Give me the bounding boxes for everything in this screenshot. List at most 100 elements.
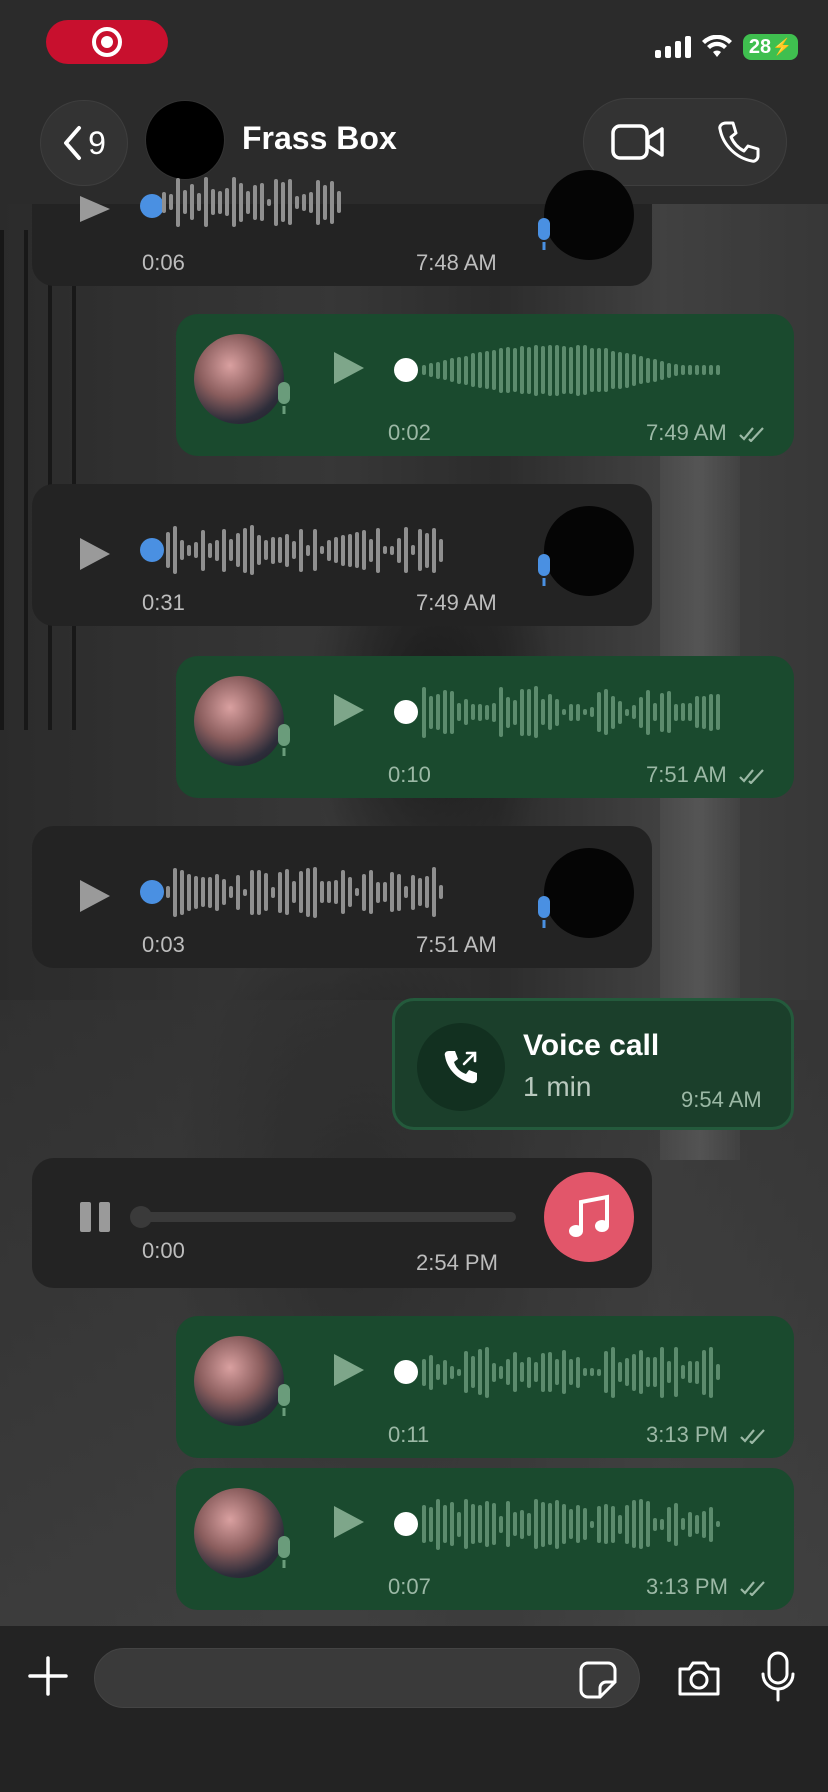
sticker-icon[interactable] bbox=[578, 1660, 618, 1700]
back-button[interactable]: 9 bbox=[40, 100, 128, 186]
waveform-bar bbox=[485, 704, 489, 720]
waveform bbox=[166, 522, 443, 578]
play-icon[interactable] bbox=[78, 878, 112, 914]
voice-message[interactable]: 0:31 7:49 AM bbox=[32, 484, 652, 626]
waveform-bar bbox=[229, 539, 233, 561]
voice-message[interactable]: 0:02 7:49 AM bbox=[176, 314, 794, 456]
waveform-bar bbox=[569, 1359, 573, 1385]
waveform-bar bbox=[429, 1506, 433, 1542]
waveform-bar bbox=[327, 539, 331, 561]
waveform-bar bbox=[327, 881, 331, 903]
waveform-bar bbox=[688, 1511, 692, 1537]
playback-position[interactable] bbox=[140, 194, 164, 218]
message-time: 7:51 AM bbox=[646, 762, 769, 788]
waveform bbox=[422, 1496, 720, 1552]
waveform-bar bbox=[688, 703, 692, 721]
waveform-bar bbox=[492, 702, 496, 722]
plus-icon[interactable] bbox=[26, 1654, 70, 1698]
waveform-bar bbox=[194, 542, 198, 558]
waveform-bar bbox=[478, 703, 482, 721]
record-icon bbox=[92, 27, 122, 57]
audio-progress-knob[interactable] bbox=[130, 1206, 152, 1228]
waveform-bar bbox=[292, 541, 296, 559]
play-icon[interactable] bbox=[332, 1504, 366, 1540]
audio-position: 0:00 bbox=[142, 1238, 185, 1263]
waveform-bar bbox=[443, 690, 447, 734]
waveform-bar bbox=[162, 191, 166, 213]
microphone-icon bbox=[538, 218, 550, 250]
waveform-bar bbox=[499, 1365, 503, 1379]
waveform-bar bbox=[457, 1511, 461, 1537]
play-icon[interactable] bbox=[332, 350, 366, 386]
waveform-bar bbox=[597, 1368, 601, 1376]
read-receipt-icon bbox=[739, 769, 764, 785]
waveform-bar bbox=[436, 361, 440, 379]
waveform-bar bbox=[667, 1506, 671, 1542]
playback-position[interactable] bbox=[394, 700, 418, 724]
waveform-bar bbox=[674, 1347, 678, 1397]
waveform-bar bbox=[569, 346, 573, 394]
sender-avatar bbox=[544, 506, 634, 596]
playback-position[interactable] bbox=[394, 1512, 418, 1536]
waveform-bar bbox=[548, 694, 552, 730]
play-icon[interactable] bbox=[332, 692, 366, 728]
voice-message[interactable]: 0:06 7:48 AM bbox=[32, 170, 652, 286]
waveform-bar bbox=[534, 1362, 538, 1382]
audio-message[interactable]: 0:00 2:54 PM bbox=[32, 1158, 652, 1288]
waveform-bar bbox=[443, 1505, 447, 1543]
voice-call-message[interactable]: Voice call 1 min 9:54 AM bbox=[392, 998, 794, 1130]
waveform-bar bbox=[411, 545, 415, 555]
waveform-bar bbox=[478, 352, 482, 388]
audio-progress-track[interactable] bbox=[132, 1212, 516, 1222]
call-actions bbox=[583, 98, 787, 186]
voice-duration: 0:10 bbox=[388, 762, 431, 787]
waveform-bar bbox=[660, 1518, 664, 1530]
call-icon-button[interactable] bbox=[417, 1023, 505, 1111]
screen-recording-indicator[interactable] bbox=[46, 20, 168, 64]
camera-icon[interactable] bbox=[676, 1656, 722, 1700]
contact-name[interactable]: Frass Box bbox=[242, 120, 397, 157]
waveform-bar bbox=[534, 686, 538, 738]
playback-position[interactable] bbox=[140, 880, 164, 904]
waveform-bar bbox=[709, 693, 713, 731]
waveform-bar bbox=[513, 699, 517, 725]
voice-message[interactable]: 0:11 3:13 PM bbox=[176, 1316, 794, 1458]
waveform-bar bbox=[439, 885, 443, 899]
waveform bbox=[422, 1344, 720, 1400]
playback-position[interactable] bbox=[394, 1360, 418, 1384]
waveform-bar bbox=[450, 1502, 454, 1546]
voice-message[interactable]: 0:10 7:51 AM bbox=[176, 656, 794, 798]
waveform-bar bbox=[432, 527, 436, 573]
waveform-bar bbox=[299, 871, 303, 913]
call-title: Voice call bbox=[523, 1029, 660, 1062]
waveform-bar bbox=[197, 193, 201, 211]
waveform-bar bbox=[295, 195, 299, 209]
waveform-bar bbox=[534, 344, 538, 396]
pause-icon[interactable] bbox=[80, 1202, 112, 1232]
playback-position[interactable] bbox=[140, 538, 164, 562]
playback-position[interactable] bbox=[394, 358, 418, 382]
waveform-bar bbox=[334, 537, 338, 563]
music-button[interactable] bbox=[544, 1172, 634, 1262]
contact-avatar[interactable] bbox=[145, 100, 225, 180]
message-input[interactable] bbox=[94, 1648, 640, 1708]
message-time: 9:54 AM bbox=[681, 1087, 762, 1112]
video-camera-icon[interactable] bbox=[610, 123, 666, 161]
waveform bbox=[162, 174, 341, 230]
play-icon[interactable] bbox=[78, 194, 112, 224]
microphone-icon[interactable] bbox=[760, 1650, 796, 1704]
waveform-bar bbox=[257, 869, 261, 915]
waveform-bar bbox=[239, 182, 243, 222]
chevron-left-icon bbox=[64, 126, 82, 160]
voice-message[interactable]: 0:03 7:51 AM bbox=[32, 826, 652, 968]
waveform-bar bbox=[432, 867, 436, 917]
waveform-bar bbox=[285, 869, 289, 915]
voice-message[interactable]: 0:07 3:13 PM bbox=[176, 1468, 794, 1610]
waveform-bar bbox=[695, 365, 699, 375]
play-icon[interactable] bbox=[332, 1352, 366, 1388]
waveform-bar bbox=[709, 365, 713, 375]
waveform-bar bbox=[646, 689, 650, 735]
waveform-bar bbox=[667, 362, 671, 378]
play-icon[interactable] bbox=[78, 536, 112, 572]
phone-icon[interactable] bbox=[717, 120, 761, 164]
